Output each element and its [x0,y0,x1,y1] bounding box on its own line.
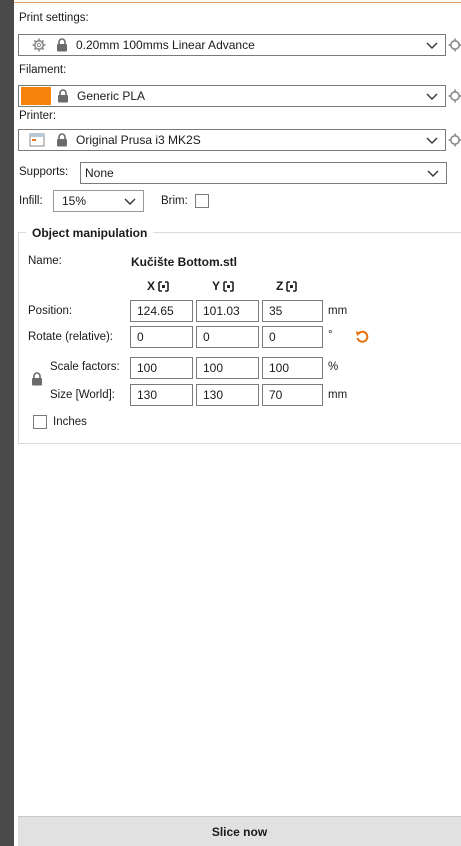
name-label: Name: [28,255,62,267]
print-settings-value: 0.20mm 100mms Linear Advance [76,38,255,52]
chevron-down-icon [123,194,137,208]
axis-x-header: X [147,279,169,293]
position-y-input[interactable]: 101.03 [196,300,259,322]
supports-value: None [85,166,114,180]
lock-icon [56,38,68,55]
slice-now-button[interactable]: Slice now [18,816,461,846]
chevron-down-icon [425,38,439,52]
scale-z-input[interactable]: 100 [262,357,323,379]
chevron-down-icon [426,166,440,180]
scale-y-input[interactable]: 100 [196,357,259,379]
left-gutter [0,0,14,846]
size-x-input[interactable]: 130 [130,384,193,406]
printer-icon [29,133,45,147]
filament-gear-icon[interactable] [448,89,461,103]
axis-z-header: Z [276,279,298,293]
print-settings-gear-icon[interactable] [448,38,461,52]
lock-icon [57,89,69,103]
inches-checkbox[interactable] [33,415,47,429]
axis-x-label: X [147,279,156,293]
rotate-z-input[interactable]: 0 [262,326,323,348]
object-name: Kučište Bottom.stl [131,255,238,269]
brim-checkbox[interactable] [195,194,209,208]
position-x-input[interactable]: 124.65 [130,300,193,322]
inches-label: Inches [53,416,87,428]
supports-label: Supports: [19,166,69,178]
rotate-x-input[interactable]: 0 [130,326,193,348]
position-z-input[interactable]: 35 [262,300,323,322]
printer-combo[interactable]: Original Prusa i3 MK2S [18,129,446,151]
infill-value: 15% [62,194,87,208]
print-settings-combo[interactable]: 0.20mm 100mms Linear Advance [18,34,446,56]
gear-icon [32,38,46,52]
size-label: Size [World]: [50,389,115,401]
rotate-unit: ° [328,329,333,341]
filament-label: Filament: [19,64,67,76]
axis-drag-icon [286,280,298,292]
filament-color-swatch[interactable] [21,87,51,105]
size-unit: mm [328,389,348,401]
infill-label: Infill: [19,195,43,207]
printer-label: Printer: [19,110,57,122]
top-accent-line [14,0,461,3]
object-manipulation-title: Object manipulation [26,226,154,240]
lock-icon [56,133,68,150]
chevron-down-icon [425,133,439,147]
size-y-input[interactable]: 130 [196,384,259,406]
filament-value: Generic PLA [77,89,146,103]
scale-label: Scale factors: [50,361,120,373]
printer-gear-icon[interactable] [448,133,461,147]
lock-icon[interactable] [31,372,43,386]
axis-drag-icon [223,280,234,292]
chevron-down-icon [425,89,439,103]
position-label: Position: [28,305,73,317]
rotate-y-input[interactable]: 0 [196,326,259,348]
axis-y-label: Y [212,279,221,293]
size-z-input[interactable]: 70 [262,384,323,406]
infill-combo[interactable]: 15% [53,190,144,212]
position-unit: mm [328,305,348,317]
axis-drag-icon [158,280,169,292]
filament-combo[interactable]: Generic PLA [18,85,446,107]
scale-unit: % [328,361,339,373]
axis-z-label: Z [276,279,284,293]
printer-value: Original Prusa i3 MK2S [76,133,201,147]
undo-icon[interactable] [355,330,369,344]
rotate-label: Rotate (relative): [28,331,114,343]
axis-y-header: Y [212,279,234,293]
scale-x-input[interactable]: 100 [130,357,193,379]
brim-label: Brim: [161,195,188,207]
supports-combo[interactable]: None [80,162,447,184]
print-settings-label: Print settings: [19,12,89,24]
